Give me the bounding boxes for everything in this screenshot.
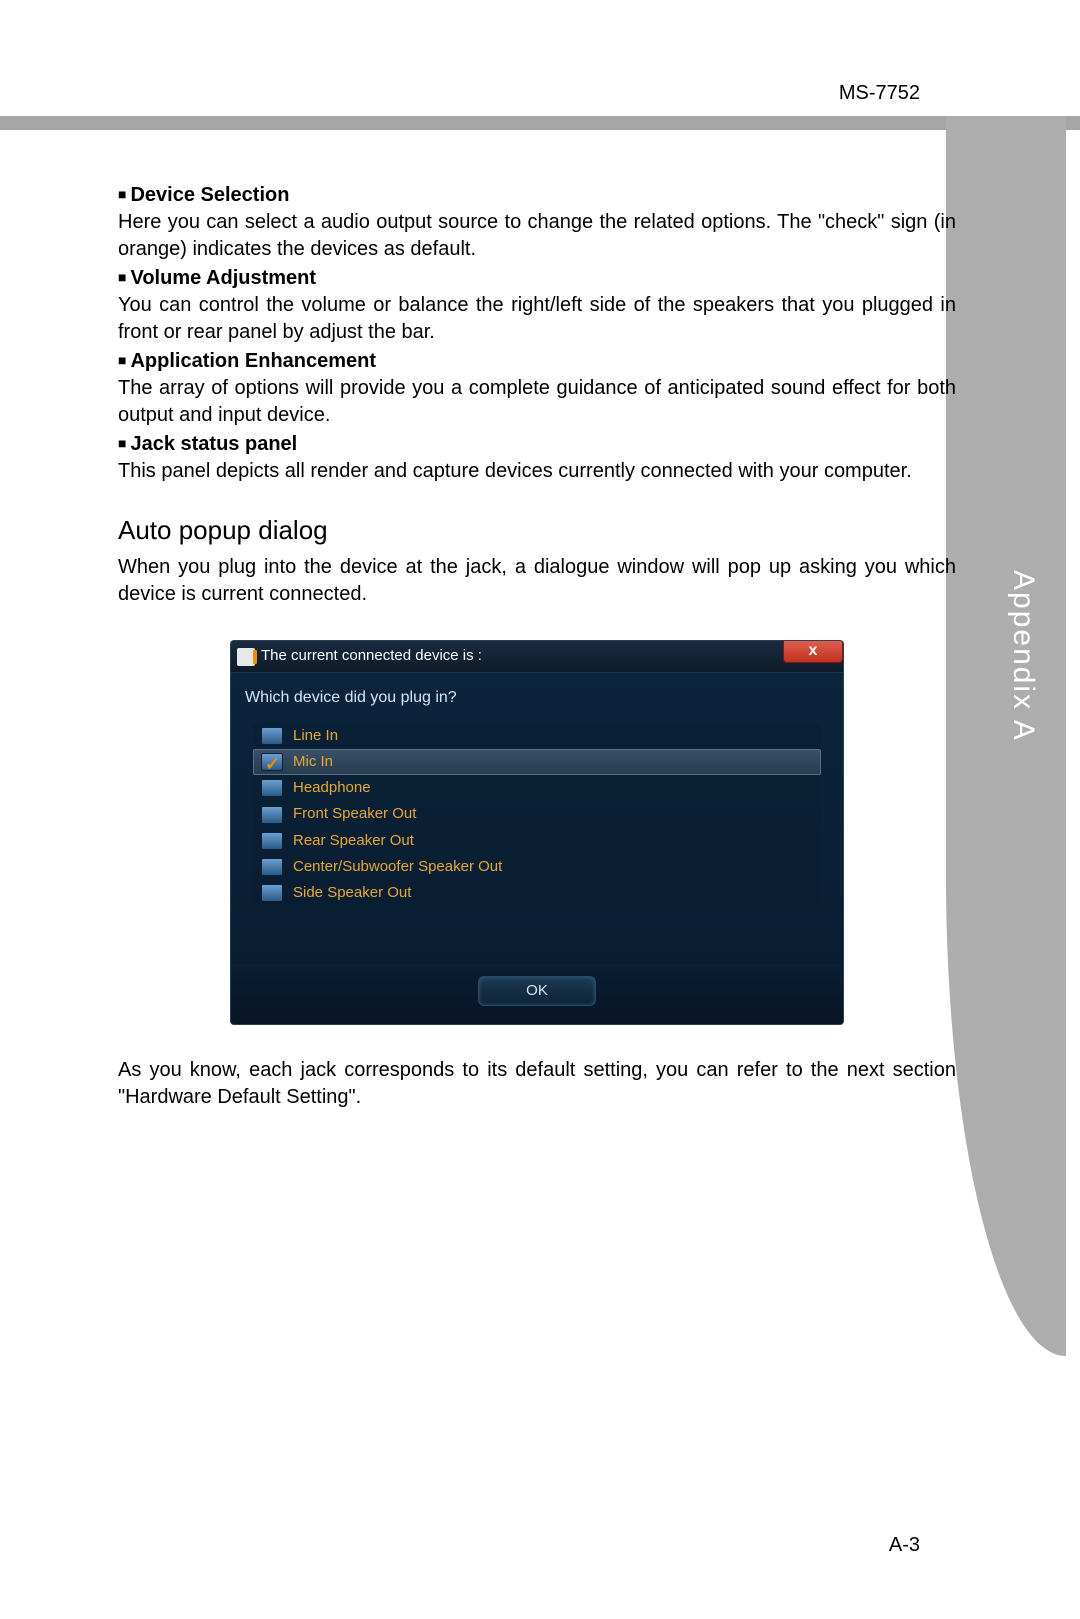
device-label: Mic In <box>293 752 333 772</box>
device-option-rear-speaker[interactable]: Rear Speaker Out <box>253 828 821 854</box>
device-label: Side Speaker Out <box>293 883 411 903</box>
device-label: Rear Speaker Out <box>293 831 414 851</box>
content-area: Device Selection Here you can select a a… <box>118 180 956 1113</box>
footer-paragraph: As you know, each jack corresponds to it… <box>118 1057 956 1111</box>
section-heading: Jack status panel <box>118 431 956 458</box>
side-tab-label: Appendix A <box>1006 570 1040 742</box>
dialog-spacer <box>245 906 829 956</box>
speaker-icon <box>237 648 255 666</box>
section-heading: Application Enhancement <box>118 348 956 375</box>
document-page: MS-7752 Appendix A Device Selection Here… <box>0 0 1080 1619</box>
device-icon <box>261 779 283 797</box>
section-body: You can control the volume or balance th… <box>118 292 956 346</box>
device-icon-checked <box>261 753 283 771</box>
section-body: The array of options will provide you a … <box>118 375 956 429</box>
device-option-front-speaker[interactable]: Front Speaker Out <box>253 801 821 827</box>
device-label: Headphone <box>293 778 371 798</box>
device-option-line-in[interactable]: Line In <box>253 723 821 749</box>
auto-popup-body: When you plug into the device at the jac… <box>118 554 956 608</box>
header-bar <box>0 116 1080 130</box>
close-button[interactable]: x <box>783 640 843 663</box>
ok-button[interactable]: OK <box>478 976 596 1006</box>
dialog-screenshot: The current connected device is : x Whic… <box>118 640 956 1025</box>
device-icon <box>261 727 283 745</box>
auto-popup-title: Auto popup dialog <box>118 513 956 548</box>
device-label: Front Speaker Out <box>293 804 416 824</box>
device-list: Line In Mic In Headphone Front Spea <box>253 723 821 907</box>
device-dialog: The current connected device is : x Whic… <box>230 640 844 1025</box>
dialog-body: Which device did you plug in? Line In Mi… <box>231 673 843 964</box>
dialog-question: Which device did you plug in? <box>245 687 829 709</box>
device-icon <box>261 806 283 824</box>
device-icon <box>261 832 283 850</box>
model-number: MS-7752 <box>839 82 920 105</box>
device-option-side-speaker[interactable]: Side Speaker Out <box>253 880 821 906</box>
dialog-title: The current connected device is : <box>261 646 482 666</box>
device-label: Center/Subwoofer Speaker Out <box>293 857 502 877</box>
dialog-titlebar: The current connected device is : x <box>231 641 843 673</box>
device-option-headphone[interactable]: Headphone <box>253 775 821 801</box>
page-number: A-3 <box>889 1534 920 1557</box>
device-label: Line In <box>293 726 338 746</box>
section-body: Here you can select a audio output sourc… <box>118 209 956 263</box>
dialog-footer: OK <box>231 964 843 1024</box>
device-option-center-subwoofer[interactable]: Center/Subwoofer Speaker Out <box>253 854 821 880</box>
section-heading: Volume Adjustment <box>118 265 956 292</box>
section-heading: Device Selection <box>118 182 956 209</box>
device-icon <box>261 884 283 902</box>
section-body: This panel depicts all render and captur… <box>118 458 956 485</box>
device-icon <box>261 858 283 876</box>
device-option-mic-in[interactable]: Mic In <box>253 749 821 775</box>
